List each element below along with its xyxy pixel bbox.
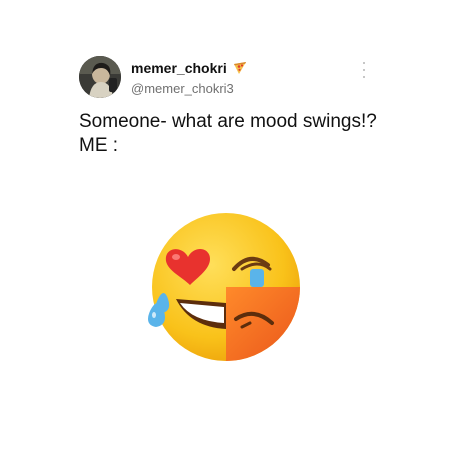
avatar[interactable] [79,56,121,98]
more-vertical-icon[interactable] [360,62,368,78]
mood-swing-emoji [146,207,306,367]
user-handle[interactable]: @memer_chokri3 [131,81,234,96]
pizza-icon [233,61,247,75]
display-name-row: memer_chokri [131,60,247,76]
avatar-image [79,56,121,98]
tweet-text: Someone- what are mood swings!? ME : [79,111,377,156]
tweet-card: memer_chokri @memer_chokri3 Someone- wha… [0,0,450,450]
display-name[interactable]: memer_chokri [131,60,227,76]
